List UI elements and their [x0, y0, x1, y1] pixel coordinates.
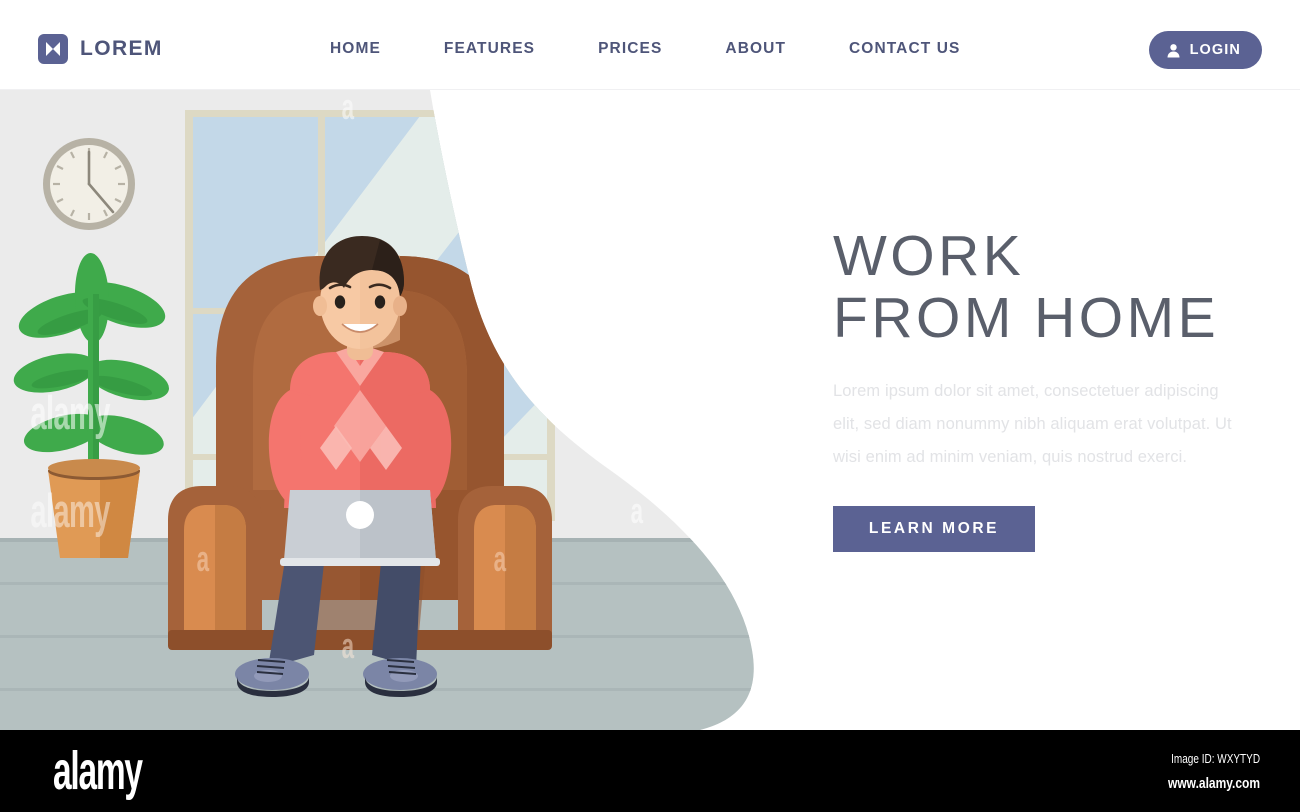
alamy-logo: alamy	[53, 741, 143, 801]
brand-name: LOREM	[80, 37, 163, 60]
top-navbar: LOREM HOME FEATURES PRICES ABOUT CONTACT…	[0, 0, 1300, 90]
login-button-label: LOGIN	[1189, 42, 1241, 58]
hero-illustration: alamy a alamy a a a a	[0, 90, 780, 730]
nav-item-contact-us[interactable]: CONTACT US	[849, 40, 960, 58]
hero-section: WORK FROM HOME Lorem ipsum dolor sit ame…	[833, 225, 1253, 552]
user-icon	[1166, 43, 1181, 58]
bowtie-logo-icon	[38, 34, 68, 64]
nav-item-home[interactable]: HOME	[330, 40, 381, 58]
wall-clock	[43, 138, 135, 230]
laptop	[280, 490, 440, 566]
brand-logo[interactable]: LOREM	[38, 34, 163, 64]
watermark-url: www.alamy.com	[1167, 775, 1260, 792]
login-button[interactable]: LOGIN	[1148, 31, 1262, 69]
hero-paragraph: Lorem ipsum dolor sit amet, consectetuer…	[833, 382, 1232, 466]
landing-page: LOREM HOME FEATURES PRICES ABOUT CONTACT…	[0, 0, 1300, 730]
image-id-label: Image ID: WXYTYD	[1171, 752, 1260, 766]
page-title: WORK FROM HOME	[833, 224, 1220, 350]
learn-more-button[interactable]: LEARN MORE	[833, 506, 1035, 552]
nav-item-prices[interactable]: PRICES	[598, 40, 662, 58]
nav-links: HOME FEATURES PRICES ABOUT CONTACT US	[330, 40, 960, 58]
stock-watermark-footer: alamy Image ID: WXYTYD www.alamy.com	[0, 730, 1300, 812]
nav-item-features[interactable]: FEATURES	[444, 40, 535, 58]
nav-item-about[interactable]: ABOUT	[725, 40, 786, 58]
watermark-meta: Image ID: WXYTYD www.alamy.com	[1145, 752, 1260, 792]
